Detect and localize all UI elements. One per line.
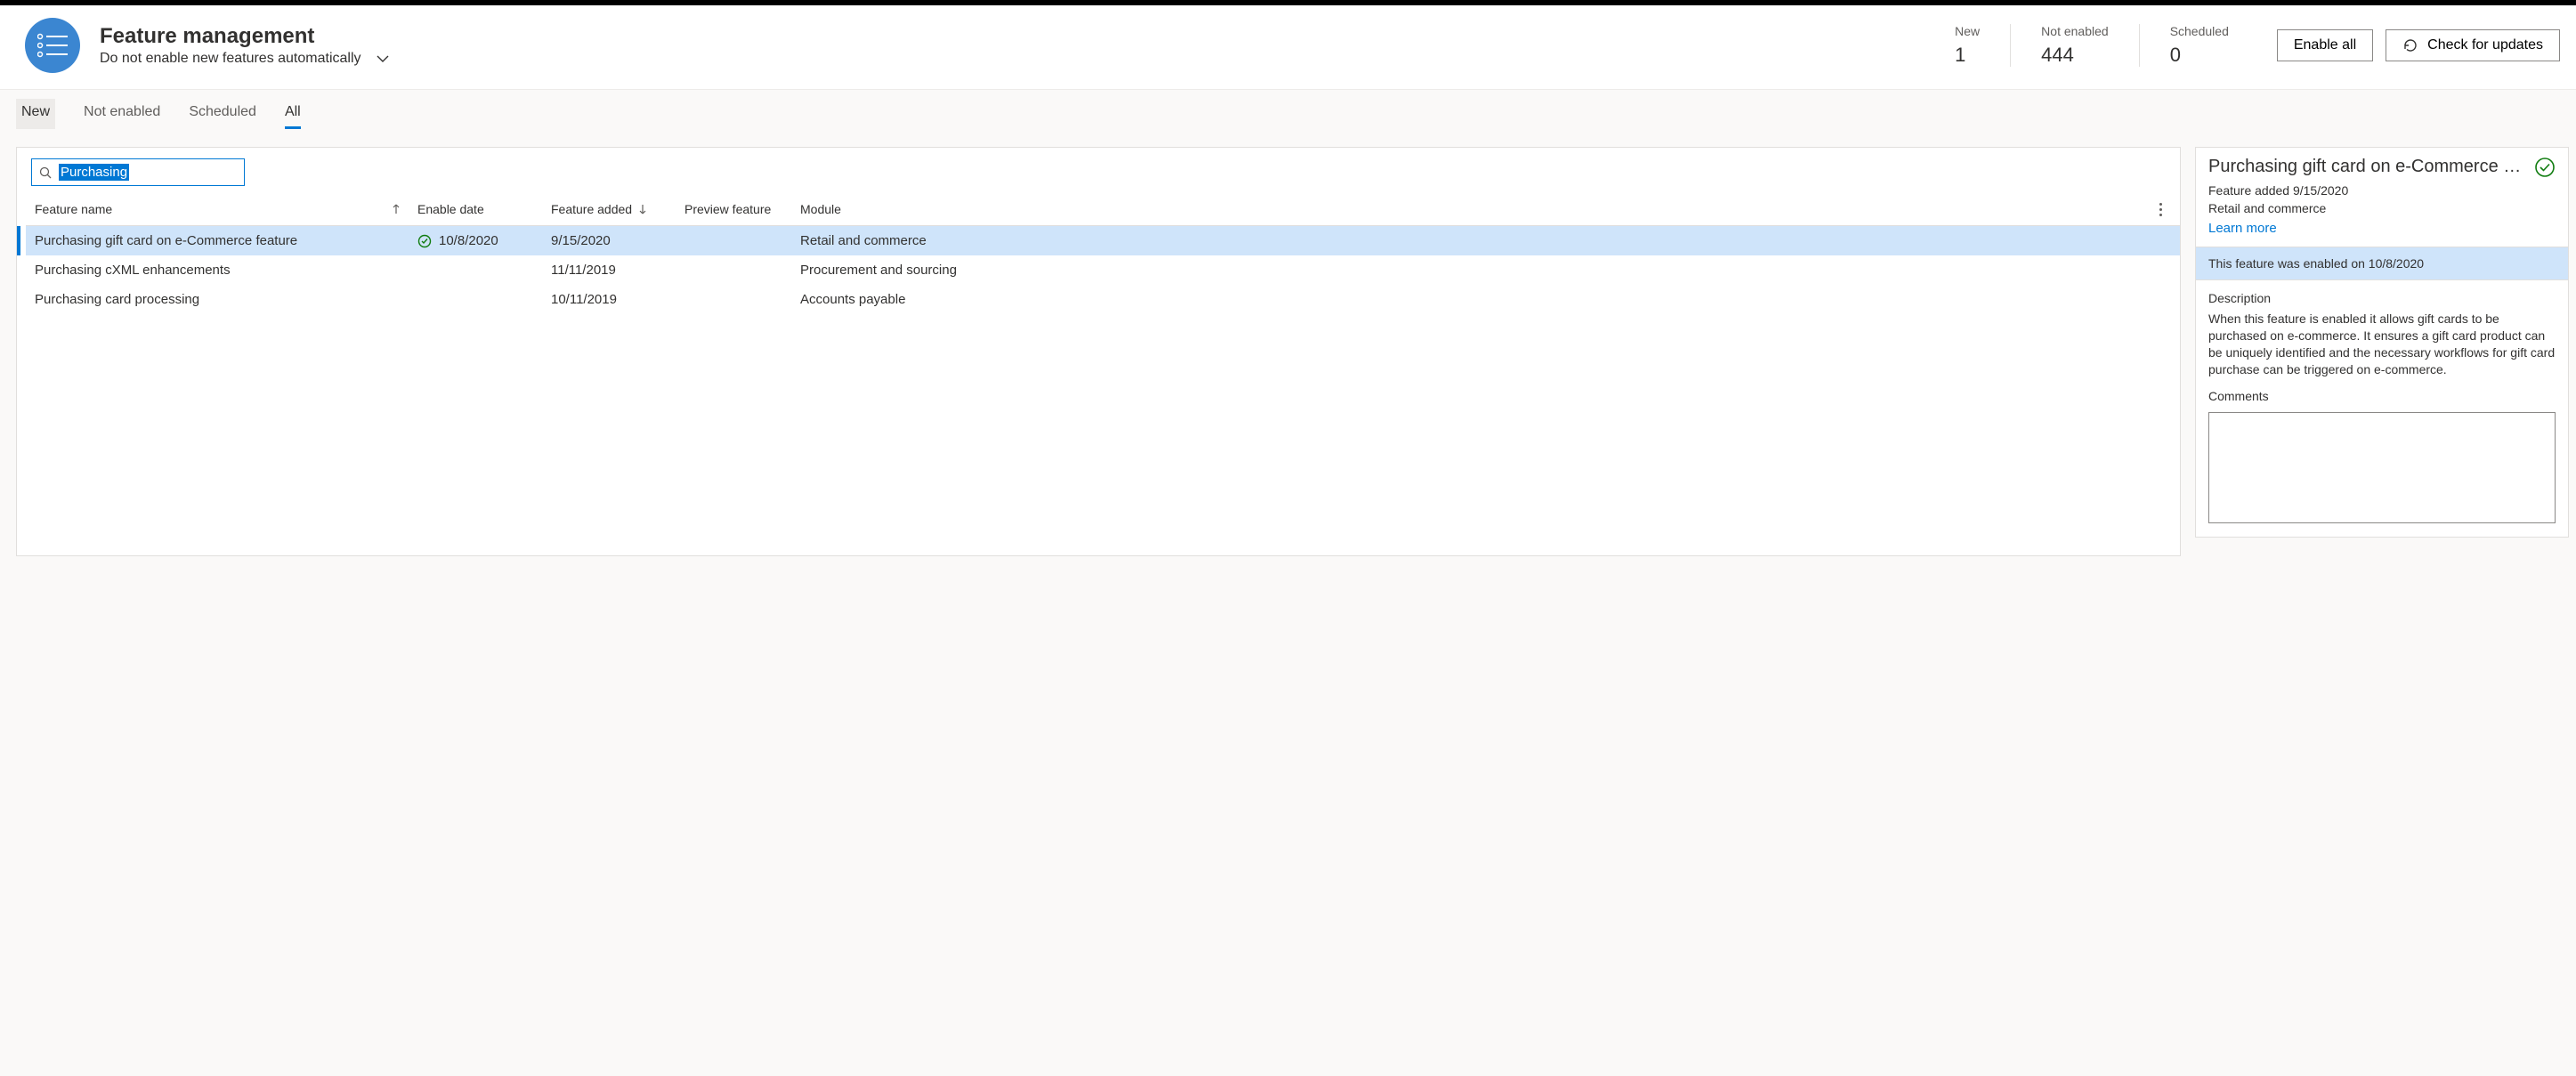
- col-preview[interactable]: Preview feature: [685, 202, 800, 216]
- check-updates-button[interactable]: Check for updates: [2386, 29, 2560, 61]
- table-row[interactable]: Purchasing gift card on e-Commerce featu…: [26, 226, 2180, 255]
- tab-not-enabled[interactable]: Not enabled: [84, 99, 160, 129]
- cell-module: Accounts payable: [800, 292, 2150, 307]
- cell-added: 10/11/2019: [551, 292, 685, 307]
- enabled-banner: This feature was enabled on 10/8/2020: [2196, 247, 2568, 280]
- page-title: Feature management: [100, 24, 390, 50]
- stat-not-enabled[interactable]: Not enabled 444: [2010, 24, 2139, 67]
- detail-title: Purchasing gift card on e-Commerce f…: [2208, 157, 2525, 177]
- sort-desc-icon: [637, 204, 648, 214]
- comments-input[interactable]: [2208, 412, 2556, 523]
- cell-added: 11/11/2019: [551, 263, 685, 278]
- page-header: Feature management Do not enable new fea…: [0, 5, 2576, 90]
- cell-name: Purchasing cXML enhancements: [35, 263, 417, 278]
- detail-module: Retail and commerce: [2196, 201, 2568, 219]
- stat-scheduled[interactable]: Scheduled 0: [2139, 24, 2259, 67]
- enabled-status-icon: [2534, 157, 2556, 178]
- cell-module: Retail and commerce: [800, 233, 2150, 248]
- description-label: Description: [2208, 291, 2556, 305]
- sort-asc-icon: [391, 204, 401, 214]
- cell-module: Procurement and sourcing: [800, 263, 2150, 278]
- col-enable-date[interactable]: Enable date: [417, 202, 551, 216]
- auto-enable-label: Do not enable new features automatically: [100, 51, 361, 67]
- detail-panel: Purchasing gift card on e-Commerce f… Fe…: [2195, 147, 2569, 538]
- chevron-down-icon: [376, 52, 390, 66]
- cell-enable-date: 10/8/2020: [417, 233, 551, 248]
- feature-grid: Purchasing Feature name Enable date Feat…: [16, 147, 2181, 556]
- col-feature-added[interactable]: Feature added: [551, 202, 685, 216]
- comments-label: Comments: [2208, 389, 2556, 403]
- cell-name: Purchasing card processing: [35, 292, 417, 307]
- tab-all[interactable]: All: [285, 99, 301, 129]
- learn-more-link[interactable]: Learn more: [2208, 221, 2277, 236]
- enabled-check-icon: [417, 234, 432, 248]
- grid-more-icon[interactable]: [2150, 198, 2171, 220]
- filter-input[interactable]: Purchasing: [59, 164, 129, 181]
- detail-added: Feature added 9/15/2020: [2196, 183, 2568, 201]
- cell-name: Purchasing gift card on e-Commerce featu…: [35, 233, 417, 248]
- table-row[interactable]: Purchasing card processing 10/11/2019 Ac…: [26, 285, 2180, 314]
- table-row[interactable]: Purchasing cXML enhancements 11/11/2019 …: [26, 255, 2180, 285]
- tab-scheduled[interactable]: Scheduled: [189, 99, 256, 129]
- col-feature-name[interactable]: Feature name: [35, 202, 417, 216]
- refresh-icon: [2402, 37, 2418, 53]
- search-icon: [39, 166, 52, 179]
- col-module[interactable]: Module: [800, 202, 2150, 216]
- list-icon: [37, 33, 68, 58]
- filter-input-wrap[interactable]: Purchasing: [31, 158, 245, 186]
- stat-new[interactable]: New 1: [1924, 24, 2010, 67]
- feature-list-icon: [25, 18, 80, 73]
- grid-header: Feature name Enable date Feature added P…: [26, 193, 2180, 226]
- stats-block: New 1 Not enabled 444 Scheduled 0: [1924, 24, 2259, 67]
- enable-all-button[interactable]: Enable all: [2277, 29, 2373, 61]
- tabs: New Not enabled Scheduled All: [0, 90, 2576, 129]
- tab-new[interactable]: New: [16, 99, 55, 129]
- cell-added: 9/15/2020: [551, 233, 685, 248]
- auto-enable-dropdown[interactable]: Do not enable new features automatically: [100, 51, 390, 67]
- description-text: When this feature is enabled it allows g…: [2208, 311, 2556, 378]
